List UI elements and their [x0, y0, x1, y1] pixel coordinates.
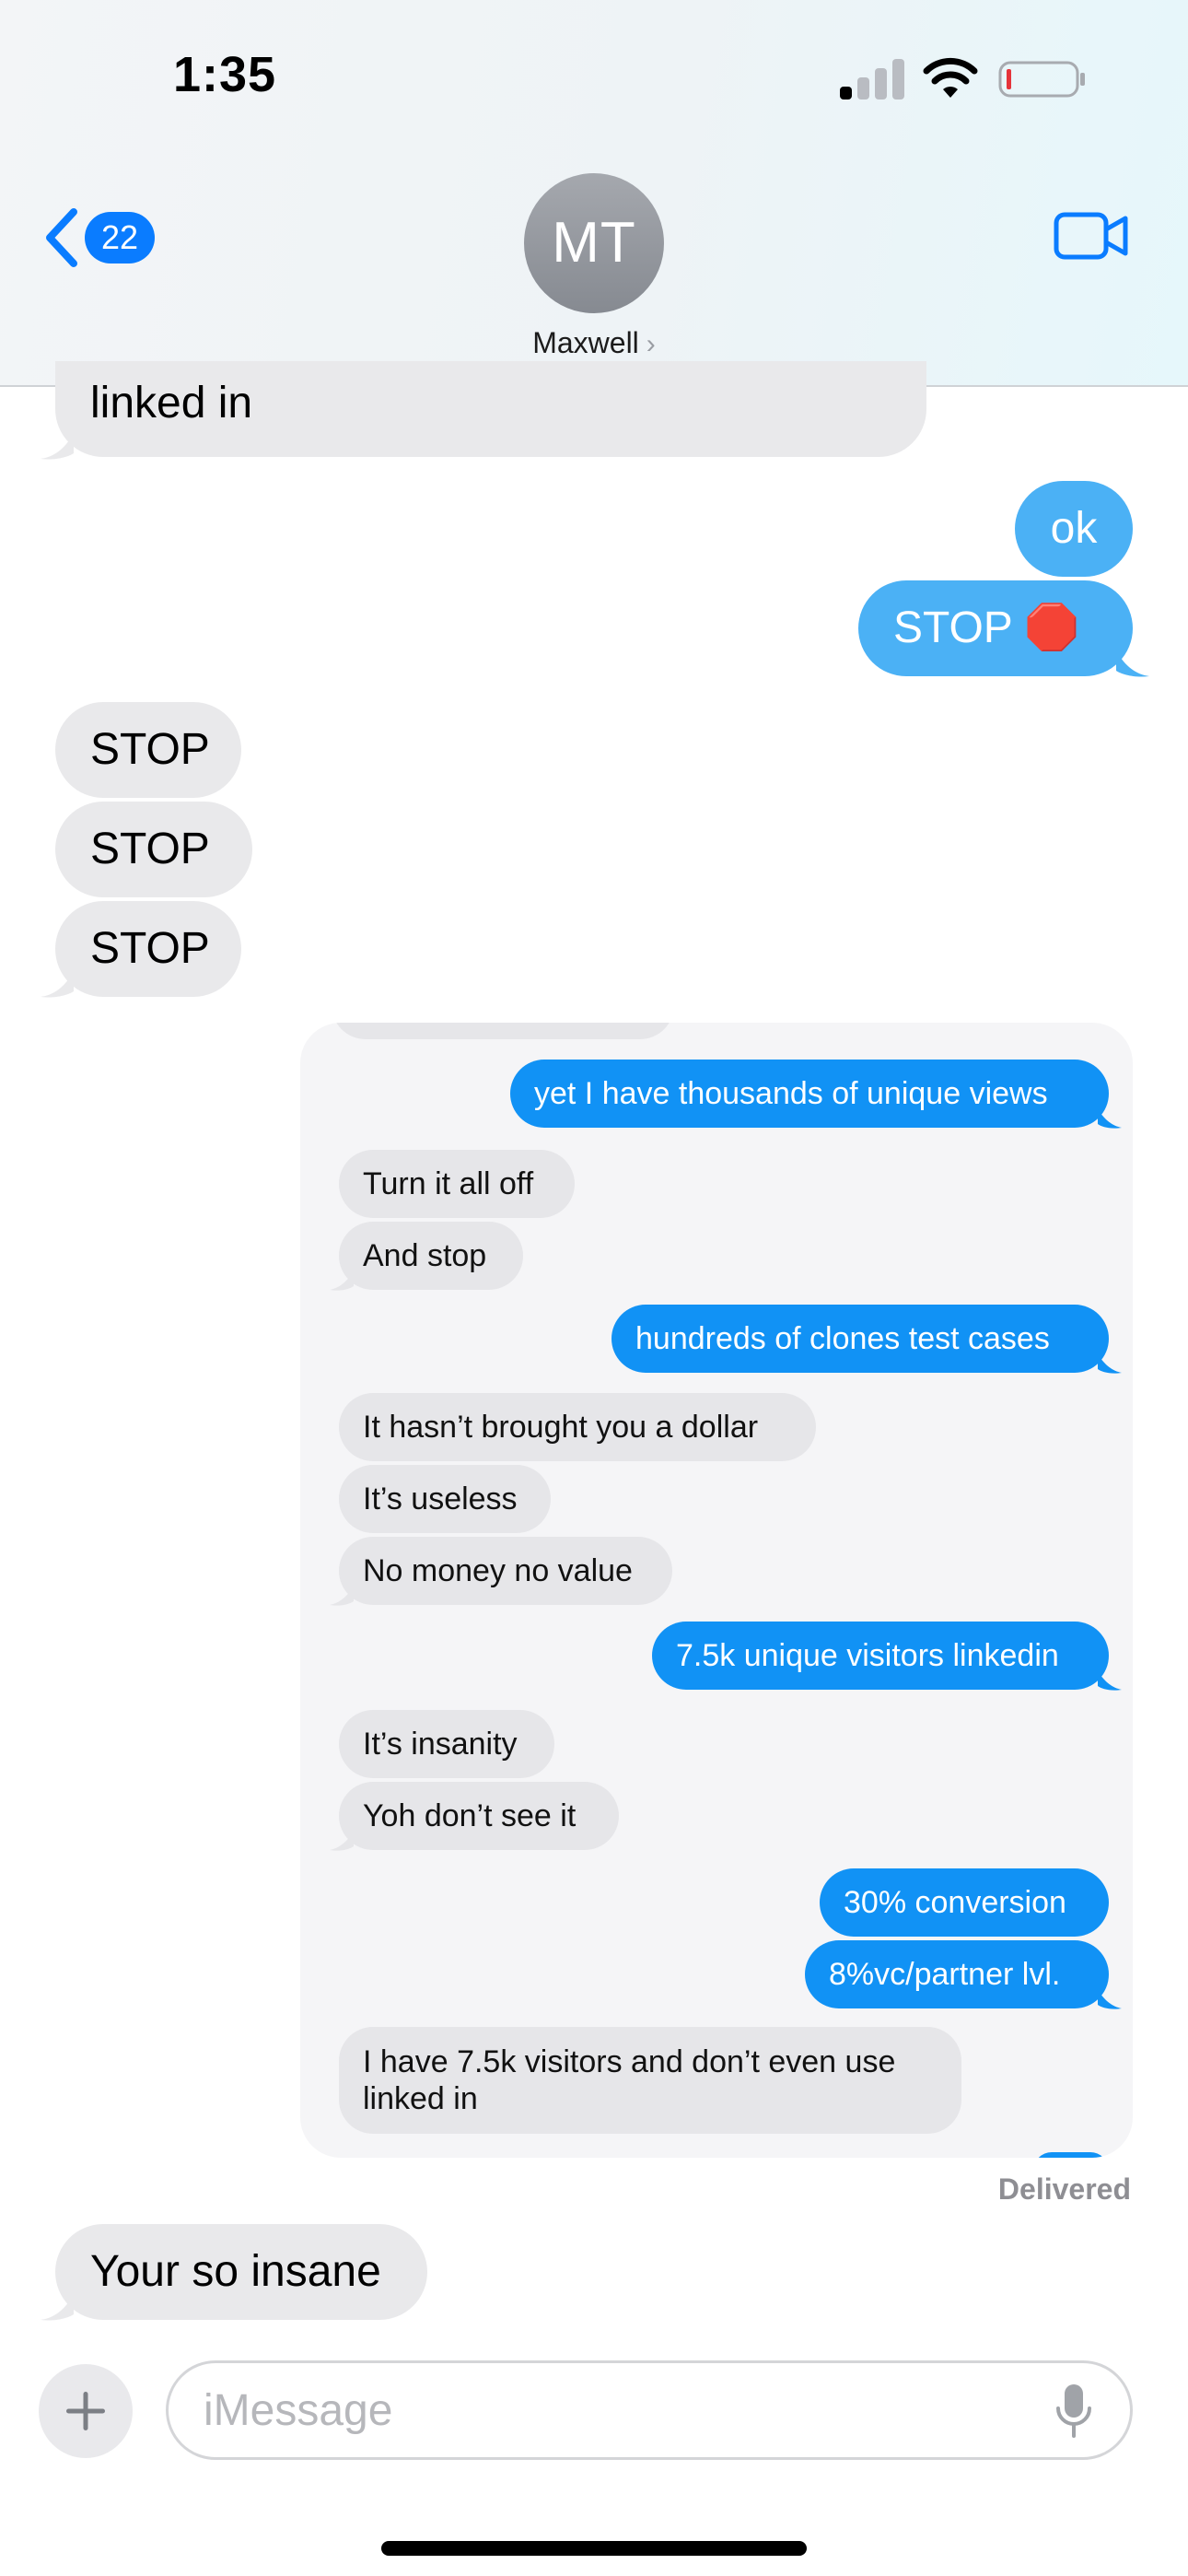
- message-incoming[interactable]: Your so insane: [55, 2224, 427, 2320]
- message-outgoing[interactable]: ok: [1015, 481, 1133, 577]
- unread-count-badge: 22: [85, 212, 155, 263]
- screenshot-message-incoming: It’s useless: [339, 1465, 551, 1533]
- message-tail: [1098, 1109, 1122, 1129]
- message-incoming[interactable]: STOP: [55, 802, 252, 897]
- screenshot-message-outgoing: 7.5k unique visitors linkedin: [652, 1622, 1109, 1690]
- message-incoming-text: linked in: [90, 379, 253, 427]
- message-tail: [1098, 1671, 1122, 1691]
- screenshot-message-incoming: No money no value: [339, 1537, 672, 1605]
- message-tail: [41, 433, 74, 460]
- contact-name-label: Maxwell: [532, 326, 639, 359]
- screenshot-message-incoming: It hasn’t brought you a dollar: [339, 1393, 816, 1461]
- cropped-bubble-fragment: [332, 1023, 674, 1039]
- cropped-bubble-fragment: [1033, 2152, 1109, 2158]
- chevron-left-icon: [46, 208, 77, 267]
- add-attachment-button[interactable]: [39, 2364, 133, 2458]
- message-tail: [41, 2294, 74, 2321]
- screenshot-message-incoming: It’s insanity: [339, 1710, 554, 1778]
- video-camera-icon[interactable]: [1054, 210, 1129, 262]
- screenshot-message-outgoing: yet I have thousands of unique views: [510, 1060, 1109, 1128]
- screenshot-message-incoming: I have 7.5k visitors and don’t even use …: [339, 2027, 961, 2134]
- screenshot-message-outgoing: 8%vc/partner lvl.: [805, 1940, 1109, 2008]
- battery-low-icon: [998, 61, 1085, 98]
- cellular-signal-icon: [840, 59, 906, 100]
- screenshot-message-incoming: Yoh don’t see it: [339, 1782, 619, 1850]
- message-tail: [1116, 650, 1149, 677]
- message-input[interactable]: [166, 2360, 1133, 2460]
- back-button[interactable]: 22: [41, 205, 160, 271]
- screenshot-message-incoming: And stop: [339, 1222, 523, 1290]
- contact-avatar[interactable]: MT: [524, 173, 664, 313]
- message-incoming[interactable]: STOP: [55, 702, 241, 798]
- contact-name[interactable]: Maxwell ›: [0, 326, 1188, 360]
- home-indicator: [381, 2541, 807, 2556]
- message-tail: [330, 1587, 354, 1606]
- message-tail: [1098, 1990, 1122, 2009]
- delivered-status: Delivered: [997, 2172, 1131, 2206]
- message-tail: [330, 1832, 354, 1851]
- shared-screenshot-card[interactable]: yet I have thousands of unique views Tur…: [300, 1023, 1133, 2158]
- message-tail: [41, 971, 74, 998]
- wifi-icon: [923, 57, 978, 98]
- conversation-header: 1:35 22 MT Maxwell ›: [0, 0, 1188, 387]
- status-time: 1:35: [173, 47, 277, 102]
- microphone-icon[interactable]: [1055, 2383, 1092, 2440]
- screenshot-message-outgoing: hundreds of clones test cases: [611, 1305, 1109, 1373]
- screenshot-message-outgoing: 30% conversion: [820, 1868, 1109, 1937]
- screenshot-message-incoming: Turn it all off: [339, 1150, 575, 1218]
- message-tail: [330, 1271, 354, 1291]
- chevron-right-icon: ›: [646, 329, 656, 359]
- message-incoming[interactable]: STOP: [55, 901, 241, 997]
- message-tail: [1098, 1354, 1122, 1374]
- message-outgoing[interactable]: STOP 🛑: [858, 580, 1133, 676]
